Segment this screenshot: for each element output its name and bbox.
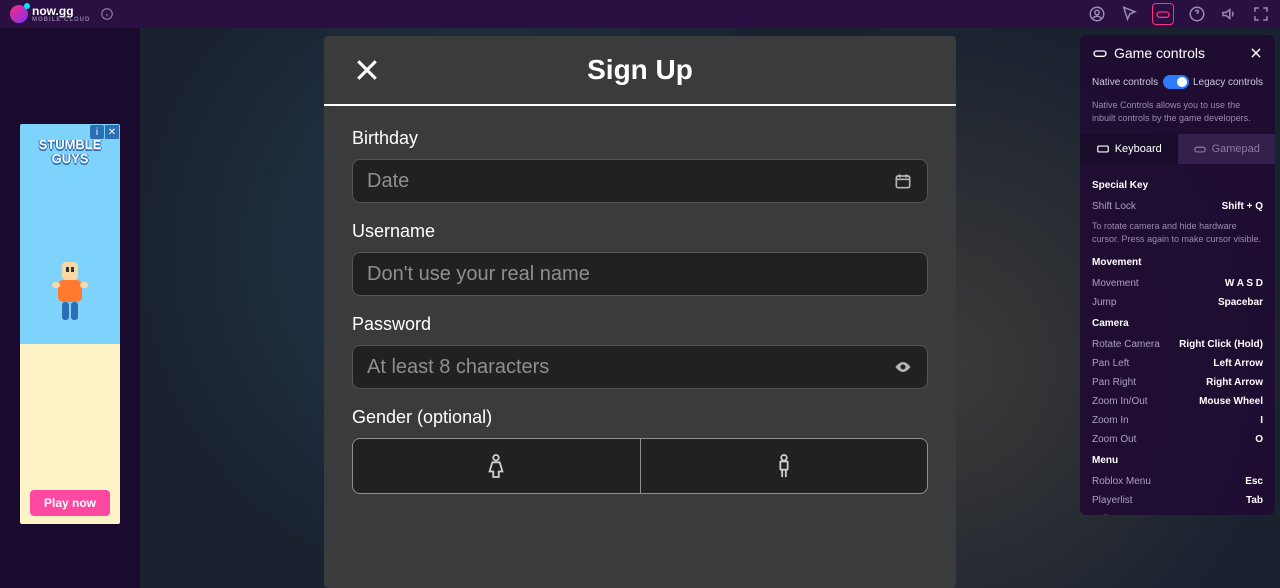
modal-header: Sign Up bbox=[324, 36, 956, 106]
keyboard-icon bbox=[1096, 142, 1110, 156]
row-zoomin: Zoom InI bbox=[1092, 411, 1263, 430]
cursor-icon[interactable] bbox=[1120, 5, 1138, 23]
tab-gamepad[interactable]: Gamepad bbox=[1178, 134, 1276, 164]
row-panleft: Pan LeftLeft Arrow bbox=[1092, 354, 1263, 373]
close-icon[interactable] bbox=[352, 55, 382, 85]
eye-icon[interactable] bbox=[893, 357, 913, 377]
tab-keyboard[interactable]: Keyboard bbox=[1080, 134, 1178, 164]
row-playerlist: PlayerlistTab bbox=[1092, 491, 1263, 510]
gender-label: Gender (optional) bbox=[352, 407, 492, 427]
section-menu: Menu bbox=[1092, 455, 1263, 466]
logo-icon bbox=[10, 5, 28, 23]
top-icons bbox=[1088, 3, 1270, 25]
fullscreen-icon[interactable] bbox=[1252, 5, 1270, 23]
section-movement: Movement bbox=[1092, 257, 1263, 268]
row-rotate: Rotate CameraRight Click (Hold) bbox=[1092, 335, 1263, 354]
modal-title: Sign Up bbox=[382, 54, 898, 86]
native-controls-label: Native controls bbox=[1092, 77, 1158, 88]
native-controls-toggle[interactable] bbox=[1163, 75, 1189, 89]
close-icon[interactable] bbox=[1249, 46, 1263, 60]
password-label: Password bbox=[352, 314, 431, 334]
top-bar: now.gg MOBILE CLOUD bbox=[0, 0, 1280, 28]
ad-close-icon[interactable]: ✕ bbox=[105, 125, 119, 139]
row-fullscreen: FullscreenF11 bbox=[1092, 510, 1263, 515]
row-zoomio: Zoom In/OutMouse Wheel bbox=[1092, 392, 1263, 411]
ad-title: STUMBLEGUYS bbox=[39, 138, 102, 167]
legacy-controls-label[interactable]: Legacy controls bbox=[1193, 77, 1263, 88]
help-icon[interactable] bbox=[1188, 5, 1206, 23]
ad-character-icon bbox=[40, 257, 100, 327]
info-icon[interactable] bbox=[100, 7, 114, 21]
gender-field: Gender (optional) bbox=[352, 407, 928, 494]
controls-panel: Game controls Native controls Legacy con… bbox=[1080, 35, 1275, 515]
row-panright: Pan RightRight Arrow bbox=[1092, 373, 1263, 392]
username-label: Username bbox=[352, 221, 435, 241]
row-jump: JumpSpacebar bbox=[1092, 293, 1263, 312]
calendar-icon[interactable] bbox=[893, 171, 913, 191]
controls-body[interactable]: Special Key Shift LockShift + Q To rotat… bbox=[1080, 164, 1275, 515]
username-input[interactable] bbox=[367, 263, 913, 286]
birthday-label: Birthday bbox=[352, 128, 418, 148]
logo[interactable]: now.gg MOBILE CLOUD bbox=[10, 5, 114, 23]
password-field: Password bbox=[352, 314, 928, 389]
gender-male-button[interactable] bbox=[641, 438, 929, 494]
birthday-field: Birthday bbox=[352, 128, 928, 203]
volume-icon[interactable] bbox=[1220, 5, 1238, 23]
ad-info-icon[interactable]: i bbox=[90, 125, 104, 139]
signup-modal: Sign Up Birthday Username Password Gende… bbox=[324, 36, 956, 588]
row-robloxmenu: Roblox MenuEsc bbox=[1092, 472, 1263, 491]
logo-subtitle: MOBILE CLOUD bbox=[32, 17, 90, 23]
row-movement: MovementW A S D bbox=[1092, 274, 1263, 293]
ad-play-button[interactable]: Play now bbox=[30, 490, 110, 516]
controls-title: Game controls bbox=[1114, 45, 1205, 61]
gamepad-icon bbox=[1092, 45, 1108, 61]
female-icon bbox=[485, 452, 507, 480]
section-special: Special Key bbox=[1092, 180, 1263, 191]
section-camera: Camera bbox=[1092, 318, 1263, 329]
controls-description: Native Controls allows you to use the in… bbox=[1080, 93, 1275, 134]
row-zoomout: Zoom OutO bbox=[1092, 430, 1263, 449]
password-input[interactable] bbox=[367, 356, 893, 379]
gamepad-icon[interactable] bbox=[1152, 3, 1174, 25]
special-note: To rotate camera and hide hardware curso… bbox=[1092, 216, 1263, 251]
birthday-input[interactable] bbox=[367, 170, 893, 193]
male-icon bbox=[773, 452, 795, 480]
gamepad-icon bbox=[1193, 142, 1207, 156]
row-shiftlock: Shift LockShift + Q bbox=[1092, 197, 1263, 216]
ad-banner[interactable]: i ✕ STUMBLEGUYS Play now bbox=[20, 124, 120, 524]
gender-female-button[interactable] bbox=[352, 438, 641, 494]
logo-brand: now.gg bbox=[32, 5, 90, 17]
username-field: Username bbox=[352, 221, 928, 296]
account-icon[interactable] bbox=[1088, 5, 1106, 23]
